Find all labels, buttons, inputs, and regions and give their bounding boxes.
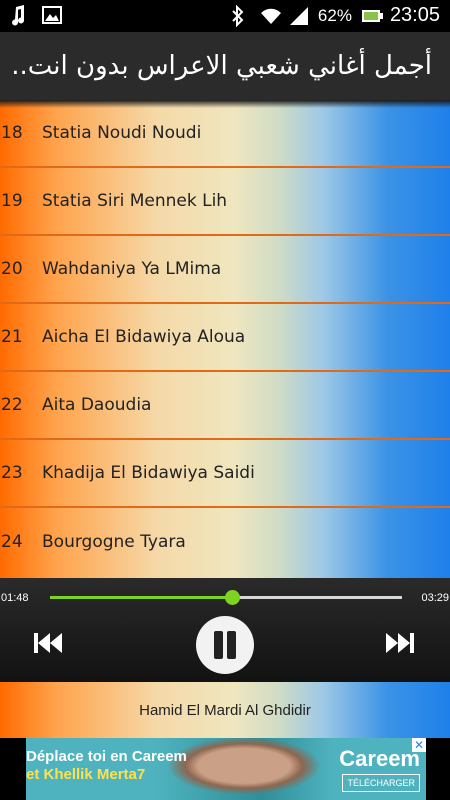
clock: 23:05 [389, 4, 440, 26]
track-number: 20 [1, 259, 23, 279]
track-title: Statia Noudi Noudi [42, 123, 202, 143]
battery-icon [361, 5, 383, 27]
ad-headline: Déplace toi en Careem [26, 748, 187, 765]
ad-subheadline: et Khellik Merta7 [26, 766, 146, 783]
image-icon [42, 5, 62, 27]
ad-download-button[interactable]: TÉLÉCHARGER [342, 774, 420, 792]
page-title: أجمل أغاني شعبي الاعراس بدون انت.. [11, 51, 432, 81]
track-title: Statia Siri Mennek Lih [42, 191, 228, 211]
previous-button[interactable] [32, 630, 64, 660]
track-row[interactable]: 22 Aita Daoudia [0, 372, 450, 440]
track-title: Aita Daoudia [42, 395, 152, 415]
seek-progress [50, 596, 232, 599]
signal-icon [289, 5, 309, 27]
total-duration: 03:29 [421, 592, 449, 604]
skip-next-icon [384, 633, 416, 660]
track-title: Aicha El Bidawiya Aloua [42, 327, 246, 347]
seek-bar[interactable] [50, 590, 402, 605]
track-list[interactable]: 18 Statia Noudi Noudi 19 Statia Siri Men… [0, 100, 450, 578]
track-title: Khadija El Bidawiya Saidi [42, 463, 255, 483]
ad-close-icon[interactable]: ✕ [412, 738, 426, 752]
status-bar: 62% 23:05 [0, 0, 450, 32]
track-number: 19 [1, 191, 23, 211]
track-row[interactable]: 20 Wahdaniya Ya LMima [0, 236, 450, 304]
track-number: 24 [1, 532, 23, 552]
wifi-icon [260, 5, 281, 27]
current-time: 01:48 [1, 592, 29, 604]
track-title: Wahdaniya Ya LMima [42, 259, 222, 279]
media-player: 01:48 03:29 [0, 578, 450, 682]
track-title: Bourgogne Tyara [42, 532, 186, 552]
next-button[interactable] [384, 630, 416, 660]
bluetooth-icon [231, 4, 251, 27]
seek-thumb[interactable] [224, 590, 240, 605]
track-row[interactable]: 19 Statia Siri Mennek Lih [0, 168, 450, 236]
ad-brand-logo: Careem [339, 746, 420, 771]
skip-previous-icon [32, 633, 64, 660]
ad-banner[interactable]: Déplace toi en Careem et Khellik Merta7 … [26, 738, 426, 800]
track-number: 21 [1, 327, 23, 347]
play-pause-button[interactable] [196, 616, 254, 674]
app-title-bar: أجمل أغاني شعبي الاعراس بدون انت.. [0, 32, 450, 100]
track-number: 18 [1, 123, 23, 143]
battery-percent: 62% [317, 5, 352, 25]
track-number: 22 [1, 395, 23, 415]
track-row[interactable]: 24 Bourgogne Tyara [0, 508, 450, 576]
header-shadow [0, 100, 450, 108]
now-playing-bar[interactable]: Hamid El Mardi Al Ghdidir [0, 682, 450, 738]
music-note-icon [10, 5, 30, 27]
track-number: 23 [1, 463, 23, 483]
track-row[interactable]: 18 Statia Noudi Noudi [0, 100, 450, 168]
now-playing-title: Hamid El Mardi Al Ghdidir [139, 701, 311, 719]
track-row[interactable]: 23 Khadija El Bidawiya Saidi [0, 440, 450, 508]
track-row[interactable]: 21 Aicha El Bidawiya Aloua [0, 304, 450, 372]
